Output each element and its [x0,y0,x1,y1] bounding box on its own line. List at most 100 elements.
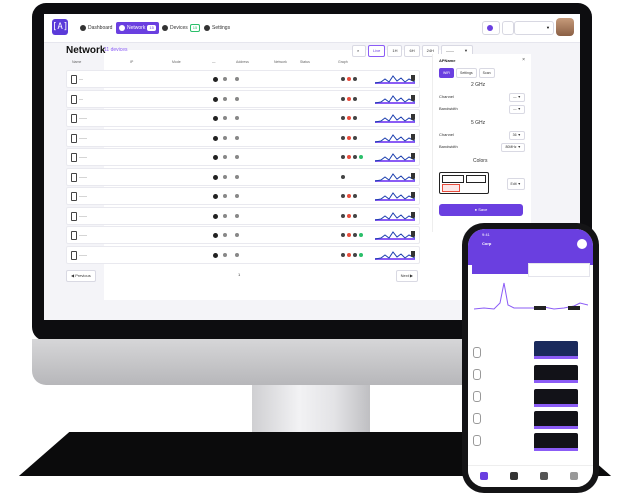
col-name[interactable]: Name [66,60,130,68]
status-dot [347,135,351,140]
status-dot [353,194,357,198]
phone-list-icon[interactable] [473,413,481,424]
search-button[interactable]: ⌕ [352,45,366,57]
nav-settings[interactable]: Settings [204,22,230,34]
sparkline-line [375,250,415,259]
wifi-icon [235,174,239,179]
traffic-sparkline [375,114,415,123]
color-swatch-a[interactable] [442,175,464,183]
sparkline-line [375,94,415,103]
filter-live[interactable]: Live [368,45,386,57]
mode-icon [213,252,218,258]
color-swatch-red[interactable] [442,184,460,192]
wifi-icon [235,135,239,140]
save-button[interactable]: ● Save [439,204,523,216]
trash-icon[interactable] [411,75,415,81]
channel-select[interactable]: — ▼ [509,93,525,102]
phone-header: 9:41 Corp [468,229,593,265]
wifi-icon [235,194,239,198]
tab-scan[interactable]: Scan [478,68,495,78]
nav-devices[interactable]: Devices 15 [162,22,201,34]
table-row[interactable]: —— [66,148,420,166]
traffic-sparkline [375,153,415,162]
phone-tile-3[interactable] [534,389,578,407]
app-logo[interactable]: [A] [52,19,68,35]
device-icon [71,172,77,182]
table-row[interactable]: —— [66,245,420,264]
network-icon[interactable] [510,472,518,480]
color-mode-select[interactable]: Edit ▼ [506,178,525,190]
phone-tile-2[interactable] [534,365,578,383]
top-navigation: [A] Dashboard Network 15 Devices 15 Sett… [44,14,580,43]
site-selector[interactable]: ▼ [514,21,554,35]
phone-tabs[interactable] [528,263,590,277]
help-button[interactable] [502,21,514,35]
notification-button[interactable] [482,21,500,35]
table-row[interactable]: —— [66,109,420,127]
sparkline-line [375,192,415,201]
status-dot [347,213,351,218]
channel-label: Channel [439,94,454,99]
device-name: —— [79,232,87,237]
trash-icon[interactable] [411,94,415,101]
mode-icon [213,77,218,82]
wifi-icon [223,96,227,101]
sparkline-line [375,211,415,220]
dashboard-icon [80,25,86,31]
phone-screen: 9:41 Corp [468,229,593,487]
nav-network[interactable]: Network 15 [116,22,159,34]
phone-list-icon[interactable] [473,347,481,358]
trash-icon[interactable] [411,133,415,140]
user-avatar[interactable] [556,18,574,36]
tab-wifi[interactable]: WiFi [439,68,454,78]
nav-dashboard[interactable]: Dashboard [80,22,112,34]
phone-search[interactable] [472,262,528,274]
wifi-icon [235,77,239,81]
status-dot [341,194,345,198]
table-row[interactable]: —— [66,187,420,205]
pagination: ◀ Previous 1 Next ▶ [66,270,418,282]
trash-icon[interactable] [411,211,415,218]
gear-icon[interactable] [570,472,578,480]
previous-button[interactable]: ◀ Previous [66,270,96,282]
search-icon: ⌕ [357,48,360,53]
status-dot [353,252,357,257]
color-picker[interactable] [439,172,489,194]
trash-icon[interactable] [411,153,415,159]
phone-tile-4[interactable] [534,411,578,429]
page-number[interactable]: 1 [234,270,245,280]
tab-settings[interactable]: Settings [456,68,477,78]
color-swatch-b[interactable] [466,175,486,183]
devices-icon[interactable] [540,472,548,480]
filter-1h[interactable]: 1H [387,45,403,57]
trash-icon[interactable] [411,192,415,198]
close-icon[interactable]: × [522,57,525,63]
phone-list-icon[interactable] [473,435,481,446]
phone-list-icon[interactable] [473,391,481,402]
table-row[interactable]: —— [66,226,420,244]
traffic-sparkline [375,133,415,143]
filter-6h[interactable]: 6H [404,45,420,57]
bandwidth-select-5ghz[interactable]: 80MHz ▼ [501,143,525,152]
table-row[interactable]: — [66,89,420,108]
home-icon[interactable] [480,472,488,480]
phone-tile-5[interactable] [534,433,578,451]
trash-icon[interactable] [411,172,415,179]
phone-list-icon[interactable] [473,369,481,380]
table-row[interactable]: —— [66,128,420,147]
bandwidth-select[interactable]: — ▼ [509,105,525,114]
traffic-sparkline [375,192,415,201]
phone-tile-1[interactable] [534,341,578,359]
channel-select-5ghz[interactable]: 36 ▼ [508,131,525,140]
power-icon[interactable] [577,239,587,249]
wifi-icon [223,155,227,159]
trash-icon[interactable] [411,231,415,237]
next-button[interactable]: Next ▶ [395,270,418,282]
mode-icon [213,96,218,102]
sparkline-line [375,75,415,84]
trash-icon[interactable] [411,250,415,257]
trash-icon[interactable] [411,114,415,120]
table-row[interactable]: —— [66,167,420,186]
table-row[interactable]: —— [66,206,420,225]
table-row[interactable]: — [66,70,420,88]
